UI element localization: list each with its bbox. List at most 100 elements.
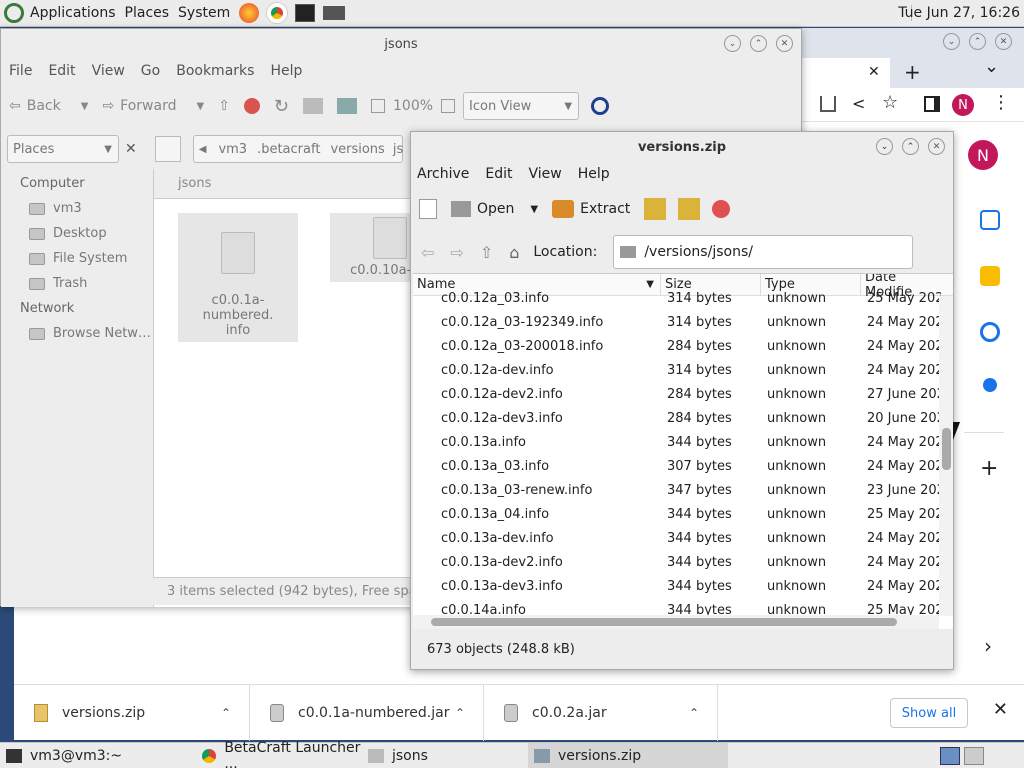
task-terminal[interactable]: vm3@vm3:~ bbox=[0, 743, 196, 768]
maximize-button[interactable]: ⌃ bbox=[902, 138, 919, 155]
contacts-icon[interactable] bbox=[983, 378, 997, 392]
tab-close-icon[interactable]: ✕ bbox=[868, 64, 880, 80]
calendar-icon[interactable] bbox=[980, 210, 1000, 230]
forward-button[interactable]: ⇨ Forward ▼ bbox=[102, 98, 204, 114]
scrollbar-thumb[interactable] bbox=[431, 618, 897, 626]
table-row[interactable]: c0.0.12a_03-200018.info 284 bytes unknown 2… bbox=[413, 334, 953, 358]
workspace-switcher-2[interactable] bbox=[964, 747, 984, 765]
task-versions-zip[interactable]: versions.zip bbox=[528, 742, 728, 768]
share-icon[interactable]: < bbox=[852, 94, 865, 113]
chevron-up-icon[interactable]: ⌃ bbox=[221, 706, 231, 720]
breadcrumb-versions[interactable]: versions bbox=[330, 142, 384, 157]
up-icon[interactable]: ⇧ bbox=[480, 243, 493, 262]
open-dropdown-icon[interactable]: ▼ bbox=[530, 204, 538, 215]
table-row[interactable]: c0.0.13a_03.info 307 bytes unknown 24 May 2… bbox=[413, 454, 953, 478]
breadcrumb-betacraft[interactable]: .betacraft bbox=[257, 142, 320, 157]
sidebar-item-trash[interactable]: Trash bbox=[1, 271, 153, 296]
up-arrow-icon[interactable]: ⇧ bbox=[218, 98, 230, 114]
chrome-menu-icon[interactable]: ⋮ bbox=[992, 92, 1010, 113]
scrollbar-thumb[interactable] bbox=[942, 428, 951, 470]
view-mode-select[interactable]: Icon View ▼ bbox=[463, 92, 580, 120]
sidebar-item-browse-network[interactable]: Browse Netw… bbox=[1, 321, 153, 346]
menu-help[interactable]: Help bbox=[578, 166, 610, 182]
caja-titlebar[interactable]: jsons ⌄ ⌃ ✕ bbox=[1, 29, 801, 59]
table-row[interactable]: c0.0.13a.info344 bytesunknown24 May 2023 bbox=[413, 430, 953, 454]
vertical-scrollbar[interactable] bbox=[939, 296, 953, 616]
mate-logo-icon[interactable] bbox=[4, 3, 24, 23]
workspace-switcher[interactable] bbox=[940, 747, 960, 765]
clock[interactable]: Tue Jun 27, 16:26 bbox=[898, 5, 1020, 21]
close-download-bar-icon[interactable]: ✕ bbox=[993, 699, 1008, 720]
chevron-up-icon[interactable]: ⌃ bbox=[689, 706, 699, 720]
computer-icon[interactable] bbox=[337, 98, 358, 114]
menu-edit[interactable]: Edit bbox=[485, 166, 512, 182]
places-menu[interactable]: Places bbox=[125, 5, 170, 21]
add-files-icon[interactable] bbox=[644, 198, 667, 220]
next-arrow-icon[interactable]: › bbox=[984, 634, 992, 658]
menu-archive[interactable]: Archive bbox=[417, 166, 469, 182]
terminal-icon[interactable] bbox=[295, 4, 316, 22]
applications-menu[interactable]: Applications bbox=[30, 5, 116, 21]
profile-avatar[interactable]: N bbox=[952, 94, 974, 116]
sidebar-item-desktop[interactable]: Desktop bbox=[1, 221, 153, 246]
table-row[interactable]: c0.0.13a-dev2.info 344 bytes unknown 24 May… bbox=[413, 550, 953, 574]
menu-help[interactable]: Help bbox=[270, 63, 302, 79]
breadcrumb-vm3[interactable]: vm3 bbox=[218, 142, 247, 157]
table-row[interactable]: c0.0.12a_03-192349.info 314 bytes unknown 2… bbox=[413, 310, 953, 334]
zoom-in-icon[interactable] bbox=[441, 99, 456, 113]
table-row[interactable]: c0.0.12a_03.info 314 bytes unknown 25 May 2… bbox=[413, 286, 953, 310]
forward-icon[interactable]: ⇨ bbox=[450, 243, 463, 262]
menu-go[interactable]: Go bbox=[141, 63, 160, 79]
search-icon[interactable] bbox=[591, 97, 610, 115]
location-field[interactable]: /versions/jsons/ bbox=[613, 235, 914, 269]
menu-edit[interactable]: Edit bbox=[48, 63, 75, 79]
minimize-button[interactable]: ⌄ bbox=[876, 138, 893, 155]
download-item-c002a-jar[interactable]: c0.0.2a.jar ⌃ bbox=[484, 684, 718, 741]
vim-icon[interactable] bbox=[323, 6, 346, 20]
chrome-icon[interactable] bbox=[267, 3, 288, 23]
minimize-button[interactable]: ⌄ bbox=[724, 35, 741, 52]
minimize-button[interactable]: ⌄ bbox=[943, 33, 960, 50]
task-jsons[interactable]: jsons bbox=[362, 743, 528, 768]
close-button[interactable]: ✕ bbox=[995, 33, 1012, 50]
download-item-versions-zip[interactable]: versions.zip ⌃ bbox=[14, 684, 250, 741]
extract-button[interactable]: Extract bbox=[552, 200, 630, 218]
back-dropdown-icon[interactable]: ▼ bbox=[81, 101, 89, 112]
file-icon-item[interactable]: c0.0.1a-numbered. info bbox=[178, 213, 298, 342]
close-button[interactable]: ✕ bbox=[928, 138, 945, 155]
download-item-numbered-jar[interactable]: c0.0.1a-numbered.jar ⌃ bbox=[250, 684, 484, 741]
chevron-up-icon[interactable]: ⌃ bbox=[455, 706, 465, 720]
close-sidebar-icon[interactable]: ✕ bbox=[125, 141, 137, 157]
menu-file[interactable]: File bbox=[9, 63, 32, 79]
table-row[interactable]: c0.0.13a_03-renew.info 347 bytes unknown 23… bbox=[413, 478, 953, 502]
downloads-icon[interactable] bbox=[820, 96, 836, 112]
table-row[interactable]: c0.0.13a-dev.info 344 bytes unknown 24 May … bbox=[413, 526, 953, 550]
task-chrome[interactable]: BetaCraft Launcher ... bbox=[196, 740, 362, 768]
home-icon[interactable] bbox=[303, 98, 324, 114]
back-icon[interactable]: ⇦ bbox=[421, 243, 434, 262]
system-menu[interactable]: System bbox=[178, 5, 230, 21]
side-avatar[interactable]: N bbox=[968, 140, 998, 170]
keep-icon[interactable] bbox=[980, 266, 1000, 286]
menu-view[interactable]: View bbox=[529, 166, 562, 182]
breadcrumb-jsons[interactable]: js bbox=[393, 142, 403, 157]
firefox-icon[interactable] bbox=[239, 3, 260, 23]
add-app-button[interactable]: + bbox=[980, 456, 998, 481]
maximize-button[interactable]: ⌃ bbox=[750, 35, 767, 52]
back-button[interactable]: ⇦ Back ▼ bbox=[9, 98, 88, 114]
breadcrumb-left-icon[interactable]: ◀ bbox=[199, 144, 207, 155]
menu-view[interactable]: View bbox=[92, 63, 125, 79]
table-row[interactable]: c0.0.13a_04.info 344 bytes unknown 25 May 2… bbox=[413, 502, 953, 526]
edit-location-icon[interactable] bbox=[154, 136, 181, 162]
add-folder-icon[interactable] bbox=[678, 198, 701, 220]
stop-icon[interactable] bbox=[712, 200, 731, 218]
sidebar-item-filesystem[interactable]: File System bbox=[1, 246, 153, 271]
places-combo[interactable]: Places ▼ bbox=[7, 135, 119, 163]
table-row[interactable]: c0.0.12a-dev3.info 284 bytes unknown 20 Jun… bbox=[413, 406, 953, 430]
table-row[interactable]: c0.0.13a-dev3.info 344 bytes unknown 24 May… bbox=[413, 574, 953, 598]
table-row[interactable]: c0.0.12a-dev.info 314 bytes unknown 24 May … bbox=[413, 358, 953, 382]
bookmark-star-icon[interactable]: ☆ bbox=[882, 92, 898, 113]
table-row[interactable]: c0.0.12a-dev2.info 284 bytes unknown 27 Jun… bbox=[413, 382, 953, 406]
open-button[interactable]: Open ▼ bbox=[451, 201, 538, 217]
stop-icon[interactable] bbox=[243, 98, 260, 114]
